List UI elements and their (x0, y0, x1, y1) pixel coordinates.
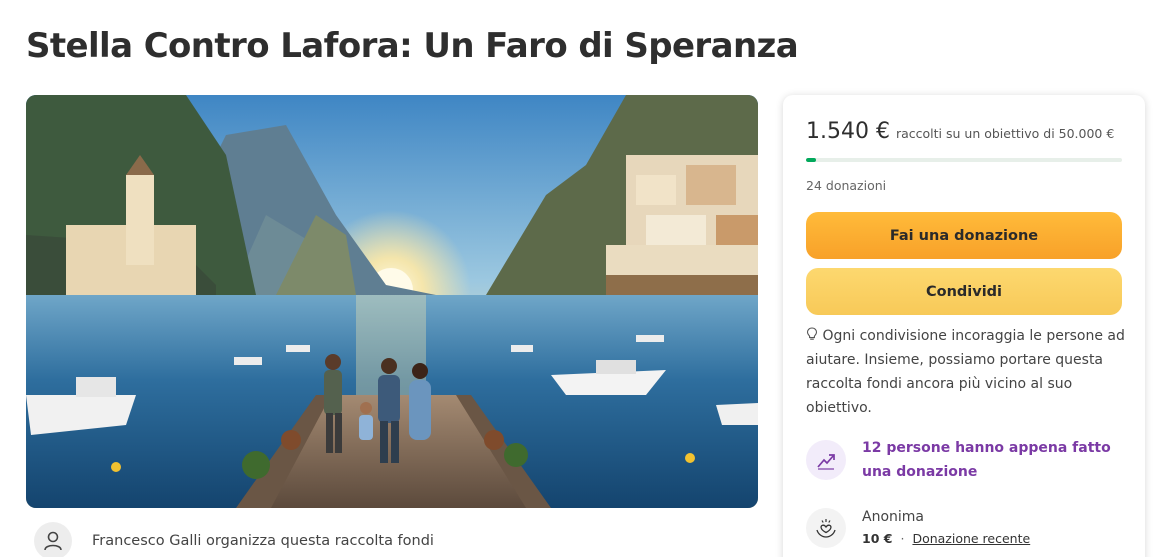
campaign-hero-image (26, 95, 758, 508)
recent-donation: Anonima 10 € · Donazione recente (806, 508, 1030, 548)
donations-count: 24 donazioni (806, 178, 887, 193)
progress-bar (806, 158, 1122, 162)
share-note-text: Ogni condivisione incoraggia le persone … (806, 328, 1125, 416)
activity-row: 12 persone hanno appena fatto una donazi… (806, 436, 1126, 484)
recent-donation-link[interactable]: Donazione recente (912, 531, 1030, 546)
activity-text: 12 persone hanno appena fatto una donazi… (862, 440, 1111, 480)
organizer-text: Francesco Galli organizza questa raccolt… (92, 533, 434, 549)
recent-donation-amount: 10 € (862, 531, 893, 546)
heart-hands-icon (806, 508, 846, 548)
recent-donor-name: Anonima (862, 509, 924, 525)
trending-up-icon (806, 440, 846, 480)
recent-separator: · (900, 531, 905, 546)
progress-fill (806, 158, 816, 162)
user-icon (34, 522, 72, 557)
page-title: Stella Contro Lafora: Un Faro di Speranz… (26, 26, 799, 66)
recent-donation-meta: 10 € · Donazione recente (862, 531, 1030, 546)
share-note: Ogni condivisione incoraggia le persone … (806, 324, 1126, 420)
share-button[interactable]: Condividi (806, 268, 1122, 315)
donation-card: 1.540 € raccolti su un obiettivo di 50.0… (783, 95, 1145, 557)
amount-row: 1.540 € raccolti su un obiettivo di 50.0… (806, 119, 1114, 144)
recent-donation-body: Anonima 10 € · Donazione recente (862, 508, 1030, 548)
raised-amount: 1.540 € (806, 119, 890, 144)
organizer-row: Francesco Galli organizza questa raccolt… (34, 522, 434, 557)
goal-text: raccolti su un obiettivo di 50.000 € (895, 126, 1115, 141)
lightbulb-icon (806, 327, 822, 344)
donate-button[interactable]: Fai una donazione (806, 212, 1122, 259)
